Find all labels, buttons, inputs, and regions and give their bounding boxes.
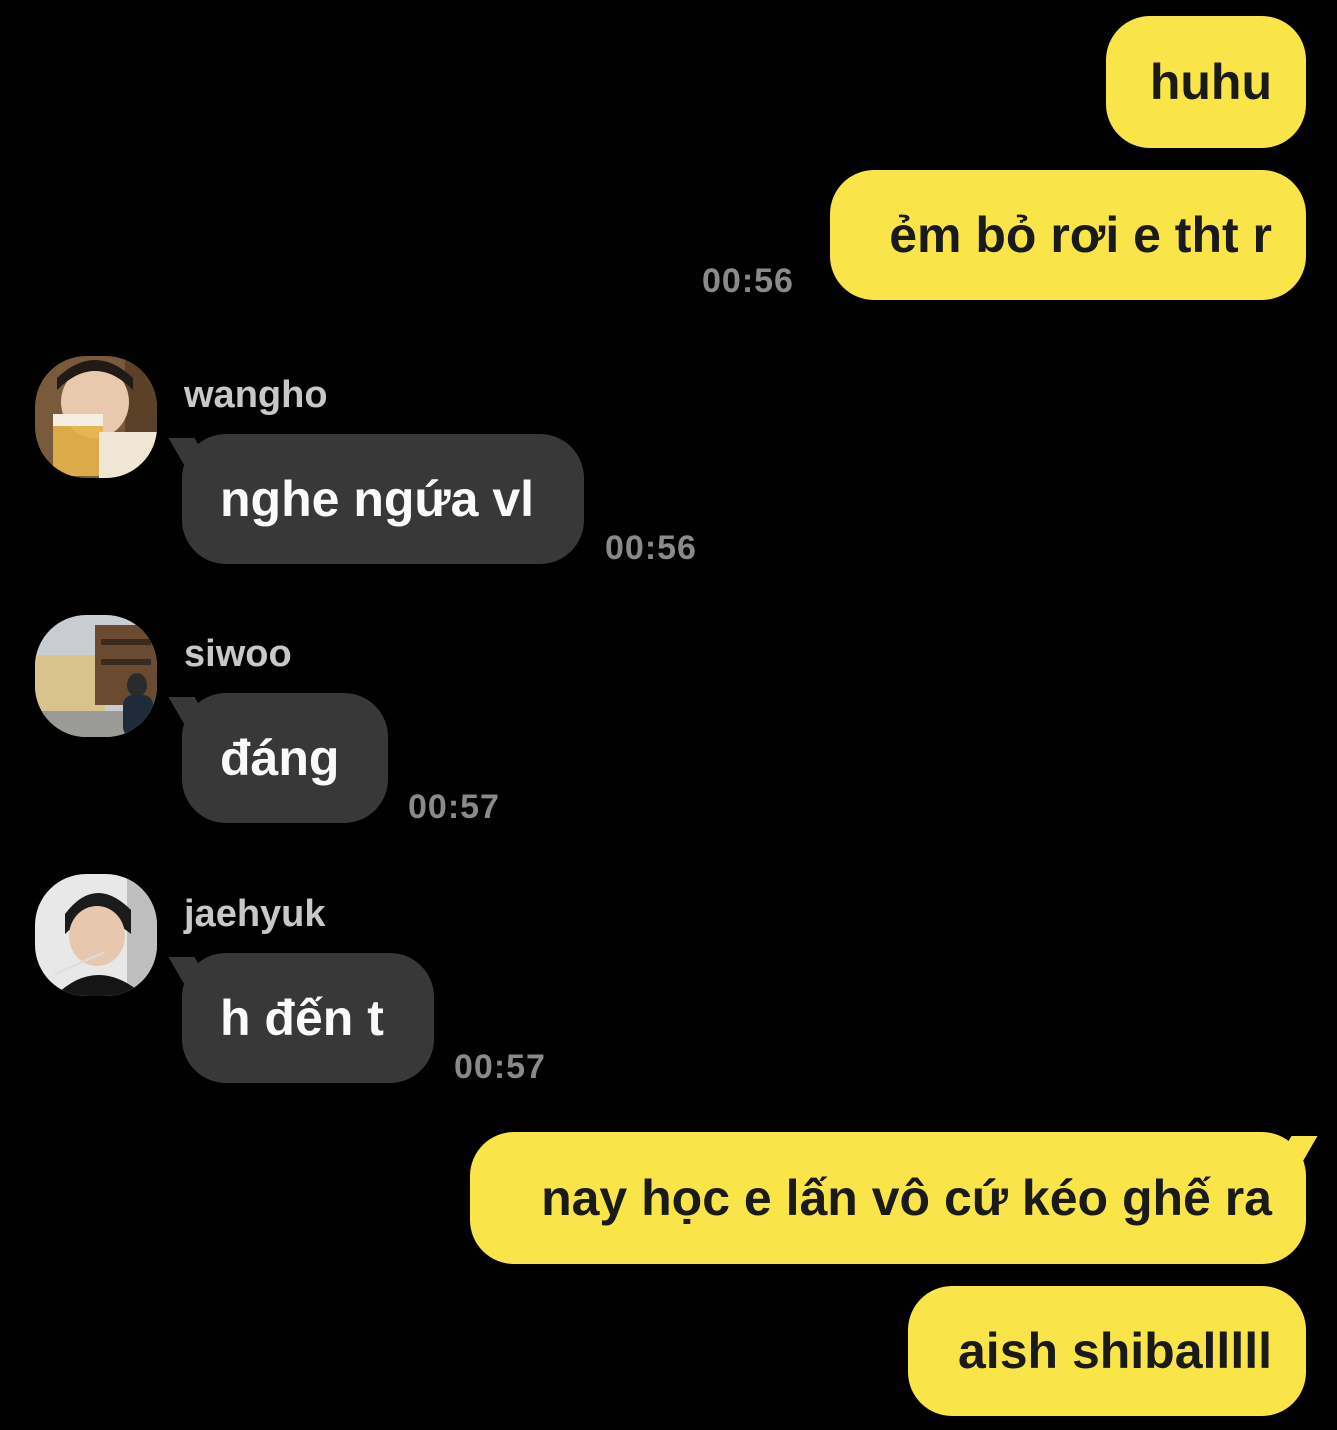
incoming-message-bubble[interactable]: h đến t [182,953,434,1083]
message-text: nay học e lấn vô cứ kéo ghế ra [541,1170,1272,1226]
sender-name: wangho [184,374,328,416]
avatar-jaehyuk[interactable] [35,874,157,996]
outgoing-message-bubble[interactable]: huhu [1106,16,1306,148]
avatar-wangho[interactable] [35,356,157,478]
sender-name: jaehyuk [184,893,326,935]
outgoing-message-bubble[interactable]: aish shiballlll [908,1286,1306,1416]
message-text: h đến t [220,990,384,1046]
message-text: đáng [220,730,340,786]
avatar-siwoo[interactable] [35,615,157,737]
incoming-message-bubble[interactable]: đáng [182,693,388,823]
message-timestamp: 00:57 [408,788,500,826]
message-timestamp: 00:56 [702,262,794,300]
incoming-message-bubble[interactable]: nghe ngứa vl [182,434,584,564]
message-timestamp: 00:56 [605,529,697,567]
sender-name: siwoo [184,633,292,675]
outgoing-message-bubble[interactable]: ẻm bỏ rơi e tht r [830,170,1306,300]
message-text: ẻm bỏ rơi e tht r [889,207,1272,263]
message-text: nghe ngứa vl [220,471,535,527]
avatar-photo-icon [35,356,157,478]
message-timestamp: 00:57 [454,1048,546,1086]
avatar-photo-icon [35,874,157,996]
outgoing-message-bubble[interactable]: nay học e lấn vô cứ kéo ghế ra [470,1132,1306,1264]
message-text: huhu [1149,54,1272,110]
avatar-photo-icon [35,615,157,737]
message-text: aish shiballlll [958,1323,1272,1379]
